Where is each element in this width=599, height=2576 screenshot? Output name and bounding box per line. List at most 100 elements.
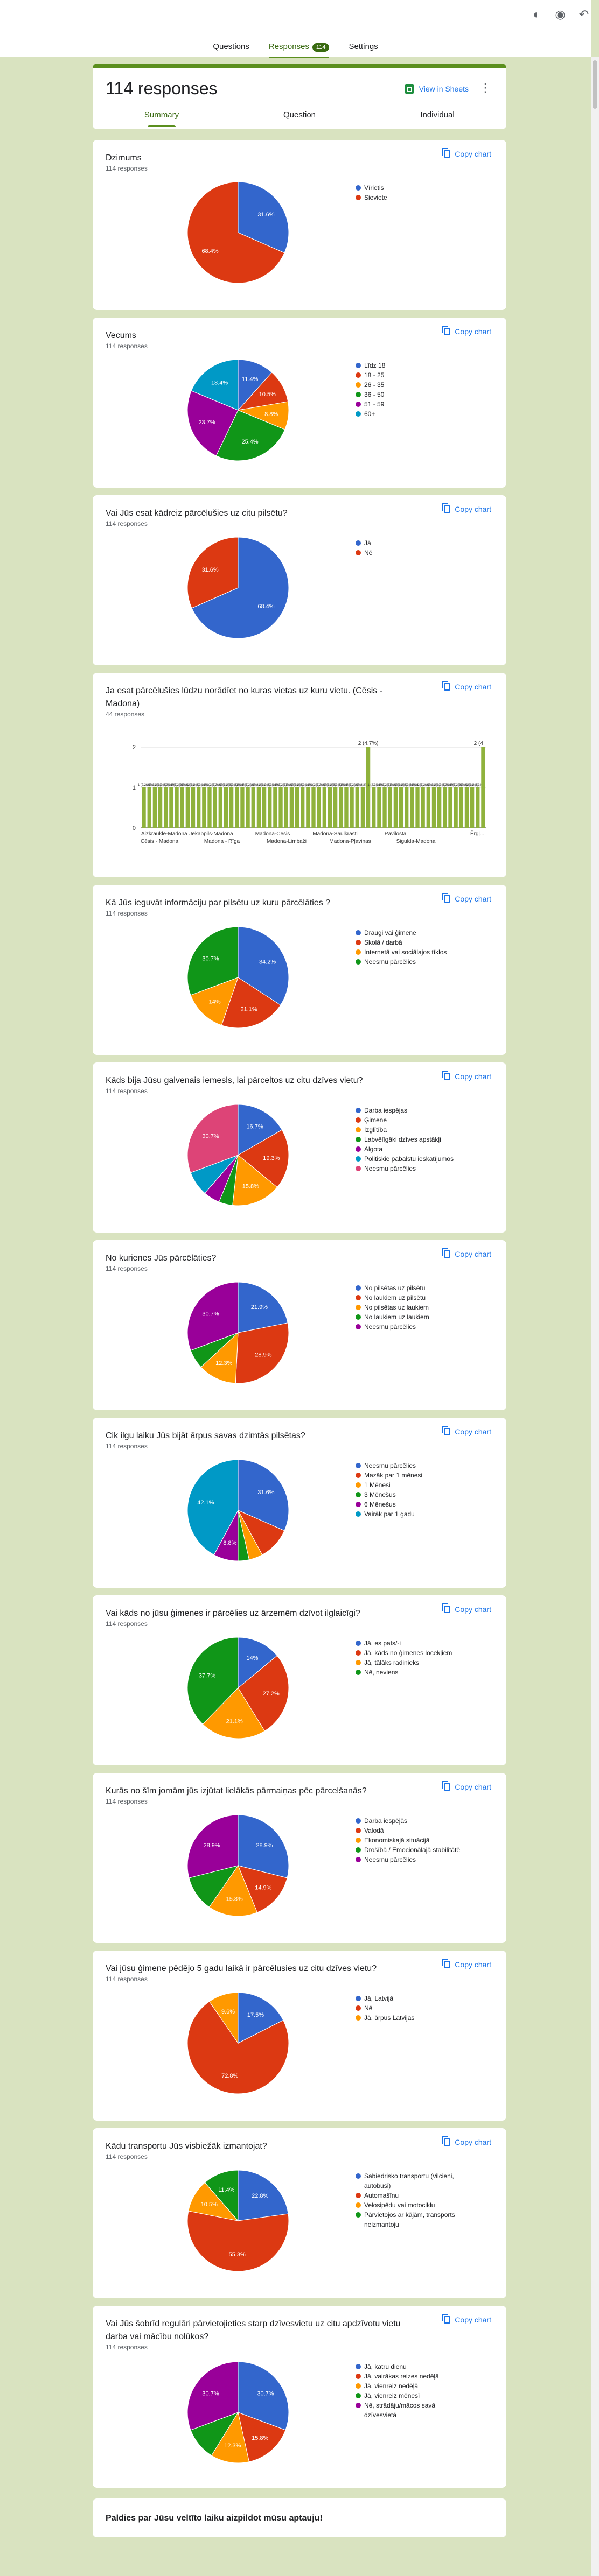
slice-label: 18.4% [211, 379, 228, 386]
summary-subtabs: Summary Question Individual [93, 105, 506, 129]
bar [317, 787, 321, 828]
legend-item: No laukiem uz pilsētu [356, 1293, 469, 1303]
bar [333, 787, 338, 828]
legend-swatch [356, 1137, 361, 1142]
legend-label: Jā, katru dienu [364, 2363, 407, 2370]
question-title: Kādu transportu Jūs visbiežāk izmantojat… [106, 2142, 267, 2151]
slice-label: 28.9% [256, 1842, 273, 1849]
x-tick-label: Cēsis - Madona [141, 839, 178, 844]
bar [301, 787, 305, 828]
legend-swatch [356, 2374, 361, 2379]
x-tick-label: Sigulda-Madona [396, 839, 436, 844]
copy-chart-button[interactable]: Copy chart [442, 1959, 491, 1969]
bar-value-label: 2 (4 [474, 741, 484, 747]
question-card: Kurās no šīm jomām jūs izjūtat lielākās … [93, 1773, 506, 1943]
copy-chart-button[interactable]: Copy chart [442, 893, 491, 903]
copy-chart-button[interactable]: Copy chart [442, 1426, 491, 1436]
tab-settings[interactable]: Settings [349, 42, 378, 56]
question-title: Kurās no šīm jomām jūs izjūtat lielākās … [106, 1786, 367, 1796]
bar-value-label: 2 (4.7%) [358, 741, 379, 747]
copy-chart-label: Copy chart [455, 2138, 491, 2146]
copy-chart-button[interactable]: Copy chart [442, 1603, 491, 1614]
legend-label: Jā, ārpus Latvijas [364, 2014, 415, 2022]
bar [180, 787, 184, 828]
legend-label: 3 Mēnešus [364, 1491, 396, 1498]
copy-chart-button[interactable]: Copy chart [442, 503, 491, 513]
legend-item: No pilsētas uz laukiem [356, 1303, 469, 1312]
tab-question[interactable]: Question [231, 105, 368, 129]
legend-swatch [356, 2383, 361, 2389]
slice-label: 14% [246, 1655, 258, 1662]
slice-label: 11.4% [218, 2187, 235, 2193]
bar [152, 787, 157, 828]
legend-label: Jā, vairākas reizes nedēļā [364, 2373, 439, 2380]
copy-chart-button[interactable]: Copy chart [442, 681, 491, 691]
copy-icon [442, 1248, 451, 1258]
pie-chart: 68.4% 31.6% [187, 537, 289, 639]
copy-chart-button[interactable]: Copy chart [442, 1248, 491, 1258]
copy-chart-button[interactable]: Copy chart [442, 148, 491, 158]
question-title: Kā Jūs ieguvāt informāciju par pilsētu u… [106, 898, 331, 907]
legend-label: Vairāk par 1 gadu [364, 1510, 415, 1518]
legend-item: Izglītība [356, 1125, 469, 1135]
tab-summary[interactable]: Summary [93, 105, 231, 129]
slice-label: 15.8% [252, 2435, 268, 2441]
legend-label: Drošībā / Emocionālajā stabilitātē [364, 1846, 461, 1854]
tab-responses[interactable]: Responses 114 [268, 42, 330, 58]
scrollbar-thumb[interactable] [593, 60, 597, 109]
legend-label: Darba iespējas [364, 1107, 408, 1114]
legend-swatch [356, 363, 361, 368]
bar [164, 787, 168, 828]
legend-item: Nē, neviens [356, 1667, 469, 1677]
view-in-sheets-button[interactable]: View in Sheets [405, 84, 469, 94]
legend-item: Jā, katru dienu [356, 2362, 469, 2371]
copy-chart-button[interactable]: Copy chart [442, 1071, 491, 1081]
tab-questions[interactable]: Questions [213, 42, 249, 56]
legend-label: Neesmu pārcēlies [364, 1323, 416, 1331]
legend-item: Neesmu pārcēlies [356, 1322, 469, 1332]
legend-label: Neesmu pārcēlies [364, 1165, 416, 1172]
bar [311, 787, 316, 828]
bar [405, 787, 409, 828]
legend-label: 1 Mēnesi [364, 1481, 391, 1489]
slice-label: 8.8% [264, 411, 278, 418]
bar [399, 787, 403, 828]
legend-item: Neesmu pārcēlies [356, 1164, 469, 1173]
copy-chart-button[interactable]: Copy chart [442, 2314, 491, 2324]
legend-item: Algota [356, 1144, 469, 1154]
legend-swatch [356, 1660, 361, 1665]
form-tabs: Questions Responses 114 Settings [0, 42, 591, 58]
bar [251, 787, 255, 828]
legend-label: 18 - 25 [364, 371, 385, 379]
preview-icon[interactable]: ◉ [553, 8, 567, 22]
legend-swatch [356, 1166, 361, 1171]
legend-swatch [356, 392, 361, 397]
response-count: 114 responses [106, 1265, 148, 1272]
copy-chart-label: Copy chart [455, 1960, 491, 1969]
slice-label: 17.5% [247, 2012, 264, 2018]
bar [322, 787, 326, 828]
slice-label: 8.8% [223, 1540, 236, 1546]
bar [388, 787, 392, 828]
scrollbar[interactable] [591, 57, 599, 2576]
pie-chart: 31.6% 8.8% 42.1% [187, 1459, 289, 1561]
undo-icon[interactable]: ↶ [577, 8, 591, 22]
closing-message-card: Paldies par Jūsu veltīto laiku aizpildot… [93, 2498, 506, 2537]
legend-swatch [356, 382, 361, 388]
bar [289, 787, 294, 828]
copy-icon [442, 503, 451, 513]
copy-chart-button[interactable]: Copy chart [442, 1781, 491, 1791]
legend-label: Neesmu pārcēlies [364, 1856, 416, 1863]
palette-icon[interactable]: ◐ [530, 8, 544, 22]
pie-chart: 16.7% 19.3% 15.8% 30.7% [187, 1104, 289, 1206]
copy-chart-button[interactable]: Copy chart [442, 326, 491, 336]
legend-swatch [356, 185, 361, 191]
bar [175, 787, 179, 828]
question-title: Vai kāds no jūsu ģimenes ir pārcēlies uz… [106, 1609, 360, 1618]
copy-chart-button[interactable]: Copy chart [442, 2136, 491, 2146]
bar [306, 787, 310, 828]
legend-swatch [356, 1127, 361, 1132]
legend-item: 36 - 50 [356, 390, 469, 399]
tab-individual[interactable]: Individual [368, 105, 506, 129]
more-options-icon[interactable]: ⋮ [479, 81, 491, 95]
